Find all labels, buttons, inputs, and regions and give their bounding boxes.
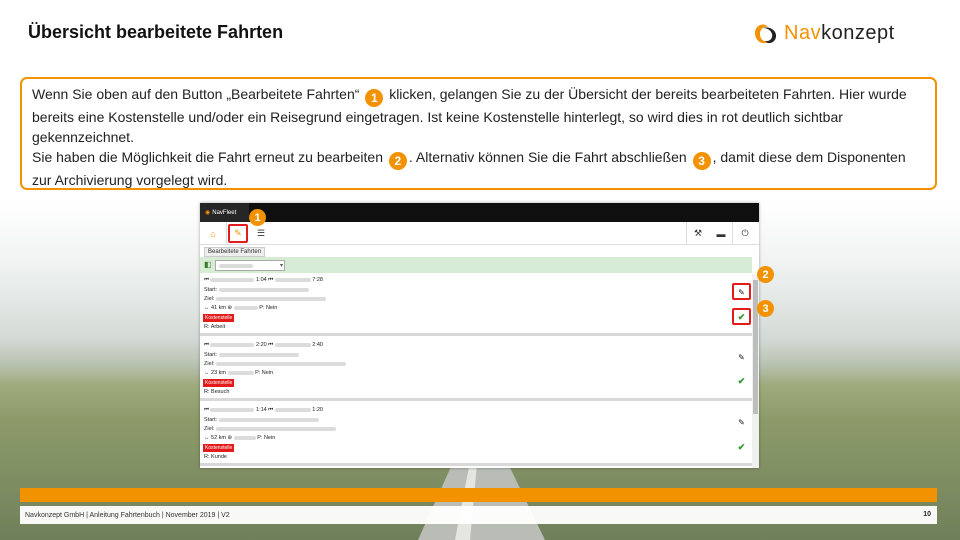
- highlight-edit: [732, 283, 751, 300]
- page-number: 10: [923, 511, 931, 518]
- missing-cost-center: Kostenstelle: [203, 379, 235, 387]
- missing-cost-center: Kostenstelle: [203, 314, 235, 322]
- app-screenshot: ◉ Nav Fleet ⌂ ✎ ☰ ⚒ ▬ ⏻ Bearbeitete Fahrt…: [200, 203, 759, 468]
- trip-row: ⏮ 1:14 ⏮ 1:20 Start: Ziel: ↔ 52 km ⊛ P: …: [200, 404, 752, 466]
- step-badge-1: 1: [365, 89, 384, 107]
- vehicle-select[interactable]: ▾: [215, 260, 285, 271]
- wrench-icon[interactable]: ⚒: [689, 225, 707, 242]
- flag-end-icon: ⏮: [268, 407, 274, 413]
- gauge-icon: ⊛: [227, 305, 233, 311]
- logo-wordmark: Navkonzept: [784, 21, 895, 44]
- step-badge-2: 2: [388, 152, 407, 170]
- callout-2: 2: [757, 266, 774, 283]
- flag-end-icon: ⏮: [268, 277, 274, 283]
- info-text: Sie haben die Möglichkeit die Fahrt erne…: [32, 149, 383, 165]
- app-tab-navfleet[interactable]: ◉ Nav Fleet: [200, 203, 249, 222]
- app-toolbar: ⌂ ✎ ☰ ⚒ ▬ ⏻: [200, 222, 759, 245]
- missing-cost-center: Kostenstelle: [203, 444, 235, 452]
- footer: Navkonzept GmbH | Anleitung Fahrtenbuch …: [20, 506, 937, 524]
- toolbar-divider: [686, 222, 687, 245]
- footer-text: Navkonzept GmbH | Anleitung Fahrtenbuch …: [25, 511, 230, 519]
- slide-title: Übersicht bearbeitete Fahrten: [28, 22, 284, 42]
- toolbar-divider: [732, 222, 733, 245]
- list-icon[interactable]: ☰: [252, 225, 270, 242]
- highlight-edited-trips: [228, 224, 248, 243]
- filter-bar: ◧ ▾: [200, 257, 752, 273]
- chevron-down-icon: ▾: [279, 263, 283, 269]
- info-text: . Alternativ können Sie die Fahrt abschl…: [408, 149, 687, 165]
- close-trip-button[interactable]: ✔: [736, 442, 747, 453]
- footer-accent-bar: [20, 488, 937, 502]
- callout-3: 3: [757, 300, 774, 317]
- power-icon[interactable]: ⏻: [736, 225, 754, 242]
- app-titlebar: ◉ Nav Fleet: [200, 203, 759, 222]
- navfleet-logo-icon: ◉: [205, 210, 211, 216]
- logo-mark-icon: [755, 24, 777, 44]
- toolbar-divider: [226, 222, 227, 245]
- scroll-thumb[interactable]: [753, 280, 758, 414]
- close-trip-button[interactable]: ✔: [736, 376, 747, 387]
- callout-1: 1: [249, 209, 266, 226]
- trip-list: ⏮ 1:04 ⏮ 7:28 Start: Ziel: ↔ 41 km ⊛ P: …: [200, 274, 752, 468]
- trip-row: ⏮ 2:20 ⏮ 2:40 Start: Ziel: ↔ 23 km P: Ne…: [200, 339, 752, 401]
- vehicle-icon: ◧: [204, 260, 212, 269]
- flag-start-icon: ⏮: [204, 277, 209, 283]
- highlight-close: [732, 308, 751, 325]
- flag-start-icon: ⏮: [204, 407, 209, 413]
- flag-end-icon: ⏮: [268, 342, 274, 348]
- breadcrumb: Bearbeitete Fahrten: [204, 247, 266, 257]
- edit-trip-button[interactable]: ✎: [736, 417, 747, 428]
- info-text: Wenn Sie oben auf den Button „Bearbeitet…: [32, 86, 360, 102]
- navkonzept-logo: Navkonzept: [752, 18, 942, 48]
- gauge-icon: ⊛: [227, 435, 233, 441]
- edit-trip-button[interactable]: ✎: [736, 352, 747, 363]
- home-icon[interactable]: ⌂: [204, 225, 222, 242]
- info-box: Wenn Sie oben auf den Button „Bearbeitet…: [20, 77, 937, 190]
- flag-start-icon: ⏮: [204, 342, 209, 348]
- blurred-value: [219, 264, 253, 268]
- step-badge-3: 3: [692, 152, 711, 170]
- device-icon[interactable]: ▬: [712, 225, 730, 242]
- trip-row: ⏮ 1:04 ⏮ 7:28 Start: Ziel: ↔ 41 km ⊛ P: …: [200, 274, 752, 336]
